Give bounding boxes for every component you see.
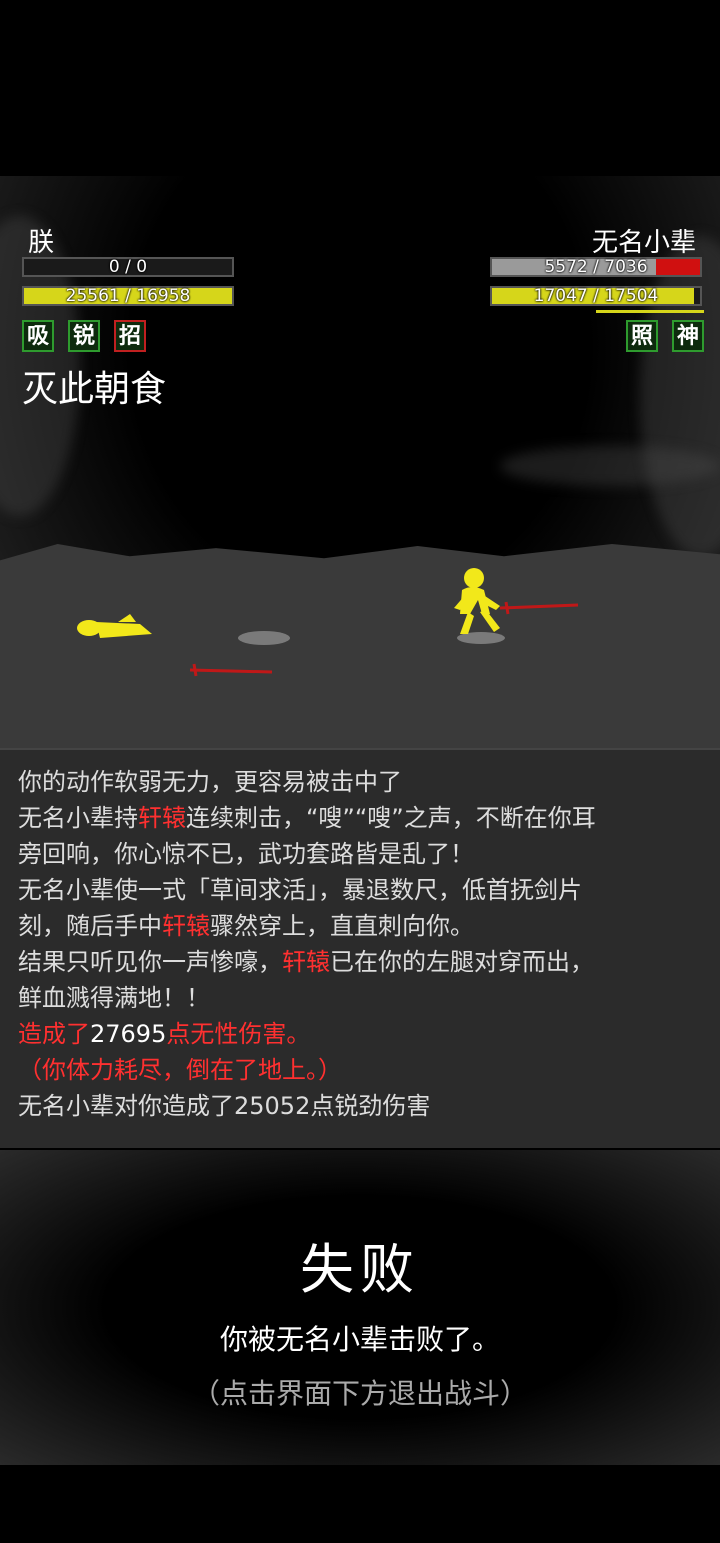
log-segment: 无名小辈持 <box>18 804 138 832</box>
log-line: 你的动作软弱无力，更容易被击中了 <box>18 764 702 800</box>
log-line: （你体力耗尽，倒在了地上。） <box>18 1052 702 1088</box>
log-segment: 连续刺击，“嗖”“嗖”之声，不断在你耳 <box>186 804 596 832</box>
log-line: 旁回响，你心惊不已，武功套路皆是乱了！ <box>18 836 702 872</box>
log-line: 刻，随后手中轩辕骤然穿上，直直刺向你。 <box>18 908 702 944</box>
log-segment: 轩辕 <box>282 948 330 976</box>
log-line: 鲜血溅得满地！！ <box>18 980 702 1016</box>
result-title: 失败 <box>300 1238 420 1301</box>
shadow-icon <box>238 631 290 645</box>
log-segment: 鲜血溅得满地！！ <box>18 984 210 1012</box>
combat-scene <box>77 568 579 677</box>
log-line: 无名小辈持轩辕连续刺击，“嗖”“嗖”之声，不断在你耳 <box>18 800 702 836</box>
log-line: 造成了27695点无性伤害。 <box>18 1016 702 1052</box>
log-segment: 点无性伤害。 <box>166 1020 311 1048</box>
log-segment: 造成了 <box>18 1020 90 1048</box>
log-lines: 你的动作软弱无力，更容易被击中了 无名小辈持轩辕连续刺击，“嗖”“嗖”之声，不断在… <box>18 764 702 1124</box>
log-segment: 轩辕 <box>162 912 210 940</box>
log-line: 结果只听见你一声惨嚎，轩辕已在你的左腿对穿而出， <box>18 944 702 980</box>
log-segment: 无名小辈对你造成了25052点锐劲伤害 <box>18 1092 431 1120</box>
log-segment: 结果只听见你一声惨嚎， <box>18 948 282 976</box>
log-line-cutoff <box>18 750 702 764</box>
log-segment: 旁回响，你心惊不已，武功套路皆是乱了！ <box>18 840 474 868</box>
player-fallen-figure-icon <box>77 614 152 638</box>
log-segment: （你体力耗尽，倒在了地上。） <box>18 1056 342 1084</box>
log-segment: 骤然穿上，直直刺向你。 <box>210 912 474 940</box>
sword-icon <box>499 601 579 615</box>
log-segment: 轩辕 <box>138 804 186 832</box>
enemy-figure-icon <box>454 568 500 634</box>
log-line: 无名小辈对你造成了25052点锐劲伤害 <box>18 1088 702 1124</box>
log-segment: 无名小辈使一式「草间求活」，暴退数尺，低首抚剑片 <box>18 876 582 904</box>
exit-battle-hint[interactable]: （点击界面下方退出战斗） <box>0 1372 720 1412</box>
sword-icon <box>189 663 273 677</box>
log-segment: 27695 <box>90 1020 167 1048</box>
log-segment: 刻，随后手中 <box>18 912 162 940</box>
log-segment: 你的动作软弱无力，更容易被击中了 <box>18 768 402 796</box>
log-segment: 已在你的左腿对穿而出， <box>330 948 594 976</box>
result-description: 你被无名小辈击败了。 <box>219 1323 500 1356</box>
battle-log[interactable]: 你的动作软弱无力，更容易被击中了 无名小辈持轩辕连续刺击，“嗖”“嗖”之声，不断在… <box>0 748 720 1148</box>
result-panel[interactable]: 失败 你被无名小辈击败了。 （点击界面下方退出战斗） <box>0 1150 720 1465</box>
log-line: 无名小辈使一式「草间求活」，暴退数尺，低首抚剑片 <box>18 872 702 908</box>
battle-panel: 朕 0 / 0 25561 / 16958 吸 锐 招 灭此朝食 无名小辈 55… <box>0 176 720 748</box>
